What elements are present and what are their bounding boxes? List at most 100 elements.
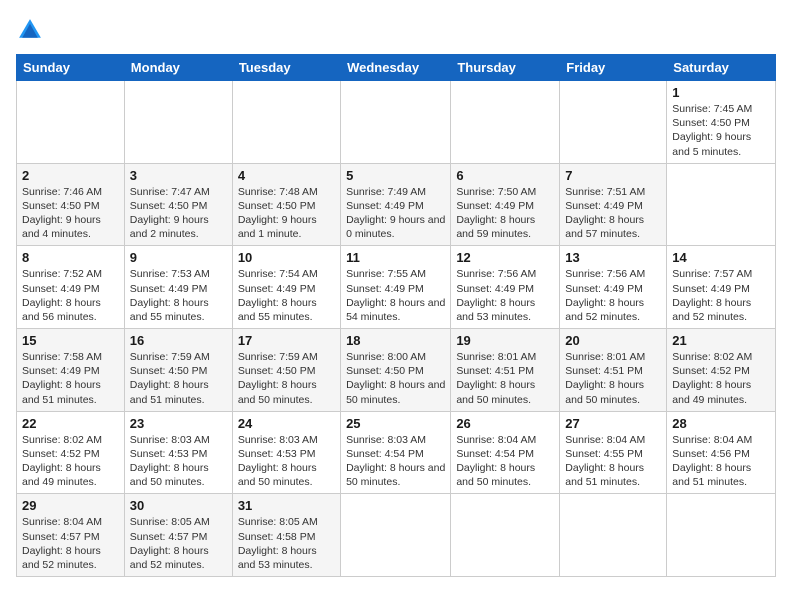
header-day-friday: Friday xyxy=(560,55,667,81)
day-detail: Sunrise: 7:47 AMSunset: 4:50 PMDaylight:… xyxy=(130,186,210,241)
calendar-cell: 25 Sunrise: 8:03 AMSunset: 4:54 PMDayligh… xyxy=(341,411,451,494)
calendar-cell: 5Sunrise: 7:49 AMSunset: 4:49 PMDaylight… xyxy=(341,163,451,246)
calendar-week-3: 8 Sunrise: 7:52 AMSunset: 4:49 PMDaylight… xyxy=(17,246,776,329)
calendar-cell xyxy=(451,81,560,164)
calendar-cell: 3 Sunrise: 7:47 AMSunset: 4:50 PMDaylight… xyxy=(124,163,232,246)
day-number: 15 xyxy=(22,333,119,348)
day-detail: Sunrise: 7:50 AMSunset: 4:49 PMDaylight:… xyxy=(456,186,536,241)
day-detail: Sunrise: 7:51 AMSunset: 4:49 PMDaylight:… xyxy=(565,186,645,241)
day-number: 13 xyxy=(565,250,661,265)
header-day-wednesday: Wednesday xyxy=(341,55,451,81)
calendar-cell: 4 Sunrise: 7:48 AMSunset: 4:50 PMDaylight… xyxy=(232,163,340,246)
calendar-table: SundayMondayTuesdayWednesdayThursdayFrid… xyxy=(16,54,776,577)
day-number: 14 xyxy=(672,250,770,265)
day-number: 6 xyxy=(456,168,554,183)
day-detail: Sunrise: 7:59 AMSunset: 4:50 PMDaylight:… xyxy=(238,351,318,406)
day-number: 28 xyxy=(672,416,770,431)
calendar-cell: 24Sunrise: 8:03 AMSunset: 4:53 PMDayligh… xyxy=(232,411,340,494)
header-day-sunday: Sunday xyxy=(17,55,125,81)
calendar-cell: 1 Sunrise: 7:45 AMSunset: 4:50 PMDaylight… xyxy=(667,81,776,164)
calendar-cell: 19 Sunrise: 8:01 AMSunset: 4:51 PMDayligh… xyxy=(451,329,560,412)
day-detail: Sunrise: 7:57 AMSunset: 4:49 PMDaylight:… xyxy=(672,268,752,323)
calendar-week-4: 15 Sunrise: 7:58 AMSunset: 4:49 PMDayligh… xyxy=(17,329,776,412)
day-detail: Sunrise: 8:04 AMSunset: 4:56 PMDaylight:… xyxy=(672,434,752,489)
day-detail: Sunrise: 7:45 AMSunset: 4:50 PMDaylight:… xyxy=(672,103,752,158)
page-container: SundayMondayTuesdayWednesdayThursdayFrid… xyxy=(0,0,792,587)
calendar-cell: 31 Sunrise: 8:05 AMSunset: 4:58 PMDayligh… xyxy=(232,494,340,577)
logo-icon xyxy=(16,16,44,44)
day-detail: Sunrise: 7:52 AMSunset: 4:49 PMDaylight:… xyxy=(22,268,102,323)
day-detail: Sunrise: 8:03 AMSunset: 4:54 PMDaylight:… xyxy=(346,434,445,489)
day-detail: Sunrise: 8:01 AMSunset: 4:51 PMDaylight:… xyxy=(565,351,645,406)
calendar-cell xyxy=(341,494,451,577)
day-number: 23 xyxy=(130,416,227,431)
day-detail: Sunrise: 8:01 AMSunset: 4:51 PMDaylight:… xyxy=(456,351,536,406)
header-row xyxy=(16,16,776,44)
calendar-week-5: 22Sunrise: 8:02 AMSunset: 4:52 PMDayligh… xyxy=(17,411,776,494)
day-detail: Sunrise: 7:49 AMSunset: 4:49 PMDaylight:… xyxy=(346,186,445,241)
day-detail: Sunrise: 7:54 AMSunset: 4:49 PMDaylight:… xyxy=(238,268,318,323)
calendar-cell: 7 Sunrise: 7:51 AMSunset: 4:49 PMDaylight… xyxy=(560,163,667,246)
day-number: 4 xyxy=(238,168,335,183)
day-detail: Sunrise: 7:46 AMSunset: 4:50 PMDaylight:… xyxy=(22,186,102,241)
day-number: 20 xyxy=(565,333,661,348)
day-detail: Sunrise: 8:05 AMSunset: 4:58 PMDaylight:… xyxy=(238,516,318,571)
calendar-cell: 15 Sunrise: 7:58 AMSunset: 4:49 PMDayligh… xyxy=(17,329,125,412)
day-number: 7 xyxy=(565,168,661,183)
calendar-cell: 9 Sunrise: 7:53 AMSunset: 4:49 PMDaylight… xyxy=(124,246,232,329)
day-detail: Sunrise: 7:58 AMSunset: 4:49 PMDaylight:… xyxy=(22,351,102,406)
day-number: 30 xyxy=(130,498,227,513)
day-number: 22 xyxy=(22,416,119,431)
day-detail: Sunrise: 8:03 AMSunset: 4:53 PMDaylight:… xyxy=(130,434,210,489)
day-number: 17 xyxy=(238,333,335,348)
day-number: 8 xyxy=(22,250,119,265)
day-number: 25 xyxy=(346,416,445,431)
calendar-cell: 13 Sunrise: 7:56 AMSunset: 4:49 PMDayligh… xyxy=(560,246,667,329)
calendar-cell: 21Sunrise: 8:02 AMSunset: 4:52 PMDayligh… xyxy=(667,329,776,412)
day-number: 31 xyxy=(238,498,335,513)
calendar-cell: 2 Sunrise: 7:46 AMSunset: 4:50 PMDaylight… xyxy=(17,163,125,246)
calendar-cell: 23 Sunrise: 8:03 AMSunset: 4:53 PMDayligh… xyxy=(124,411,232,494)
calendar-cell xyxy=(341,81,451,164)
calendar-cell xyxy=(232,81,340,164)
day-detail: Sunrise: 7:56 AMSunset: 4:49 PMDaylight:… xyxy=(565,268,645,323)
day-number: 26 xyxy=(456,416,554,431)
day-number: 27 xyxy=(565,416,661,431)
day-detail: Sunrise: 8:05 AMSunset: 4:57 PMDaylight:… xyxy=(130,516,210,571)
day-number: 2 xyxy=(22,168,119,183)
calendar-cell xyxy=(667,163,776,246)
day-number: 18 xyxy=(346,333,445,348)
calendar-cell xyxy=(667,494,776,577)
day-detail: Sunrise: 7:53 AMSunset: 4:49 PMDaylight:… xyxy=(130,268,210,323)
calendar-week-2: 2 Sunrise: 7:46 AMSunset: 4:50 PMDaylight… xyxy=(17,163,776,246)
calendar-cell: 26Sunrise: 8:04 AMSunset: 4:54 PMDayligh… xyxy=(451,411,560,494)
calendar-cell: 17 Sunrise: 7:59 AMSunset: 4:50 PMDayligh… xyxy=(232,329,340,412)
calendar-cell: 11Sunrise: 7:55 AMSunset: 4:49 PMDayligh… xyxy=(341,246,451,329)
calendar-cell: 14 Sunrise: 7:57 AMSunset: 4:49 PMDayligh… xyxy=(667,246,776,329)
calendar-cell: 16Sunrise: 7:59 AMSunset: 4:50 PMDayligh… xyxy=(124,329,232,412)
header-day-thursday: Thursday xyxy=(451,55,560,81)
day-number: 19 xyxy=(456,333,554,348)
calendar-cell xyxy=(560,494,667,577)
calendar-cell xyxy=(560,81,667,164)
day-number: 3 xyxy=(130,168,227,183)
calendar-cell: 10Sunrise: 7:54 AMSunset: 4:49 PMDayligh… xyxy=(232,246,340,329)
calendar-cell: 6 Sunrise: 7:50 AMSunset: 4:49 PMDaylight… xyxy=(451,163,560,246)
calendar-cell: 27Sunrise: 8:04 AMSunset: 4:55 PMDayligh… xyxy=(560,411,667,494)
calendar-cell: 29Sunrise: 8:04 AMSunset: 4:57 PMDayligh… xyxy=(17,494,125,577)
calendar-cell xyxy=(451,494,560,577)
day-detail: Sunrise: 8:04 AMSunset: 4:57 PMDaylight:… xyxy=(22,516,102,571)
logo xyxy=(16,16,48,44)
calendar-cell: 30 Sunrise: 8:05 AMSunset: 4:57 PMDayligh… xyxy=(124,494,232,577)
calendar-cell xyxy=(17,81,125,164)
calendar-week-1: 1 Sunrise: 7:45 AMSunset: 4:50 PMDaylight… xyxy=(17,81,776,164)
day-detail: Sunrise: 7:48 AMSunset: 4:50 PMDaylight:… xyxy=(238,186,318,241)
calendar-cell: 28 Sunrise: 8:04 AMSunset: 4:56 PMDayligh… xyxy=(667,411,776,494)
day-detail: Sunrise: 8:03 AMSunset: 4:53 PMDaylight:… xyxy=(238,434,318,489)
header-day-tuesday: Tuesday xyxy=(232,55,340,81)
day-number: 1 xyxy=(672,85,770,100)
calendar-cell: 22Sunrise: 8:02 AMSunset: 4:52 PMDayligh… xyxy=(17,411,125,494)
calendar-cell xyxy=(124,81,232,164)
day-number: 9 xyxy=(130,250,227,265)
day-detail: Sunrise: 8:02 AMSunset: 4:52 PMDaylight:… xyxy=(672,351,752,406)
